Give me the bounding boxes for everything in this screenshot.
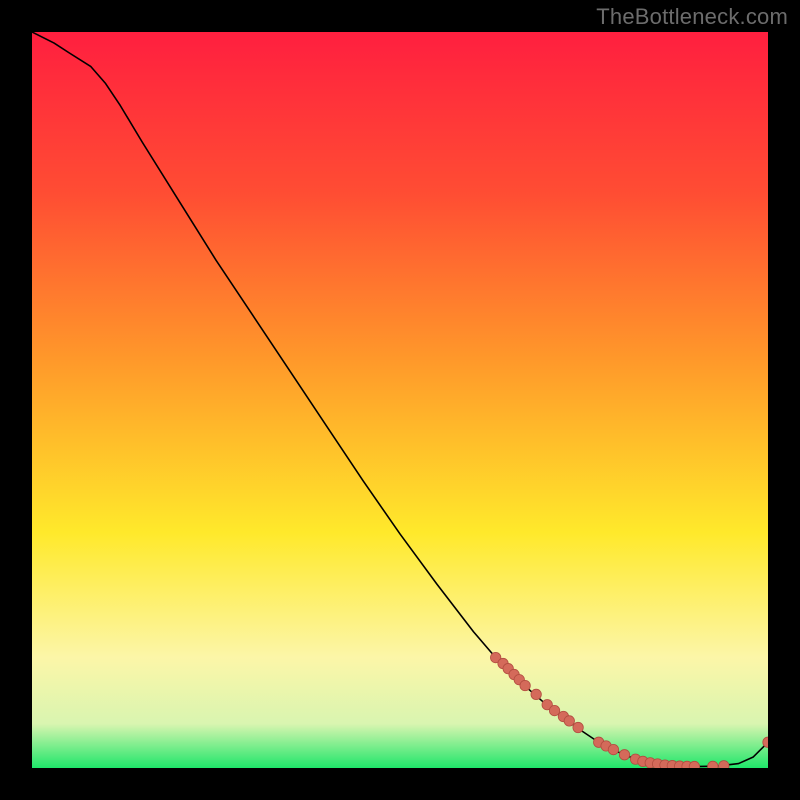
marker-dot	[608, 744, 618, 754]
watermark-text: TheBottleneck.com	[596, 4, 788, 30]
plot-area	[32, 32, 768, 768]
marker-dot	[520, 680, 530, 690]
marker-dot	[619, 750, 629, 760]
marker-dot	[531, 689, 541, 699]
plot-svg	[32, 32, 768, 768]
marker-dot	[719, 761, 729, 768]
marker-dot	[708, 761, 718, 768]
marker-dot	[549, 705, 559, 715]
chart-stage: TheBottleneck.com	[0, 0, 800, 800]
marker-dot	[573, 722, 583, 732]
marker-dot	[564, 716, 574, 726]
marker-dot	[689, 761, 699, 768]
